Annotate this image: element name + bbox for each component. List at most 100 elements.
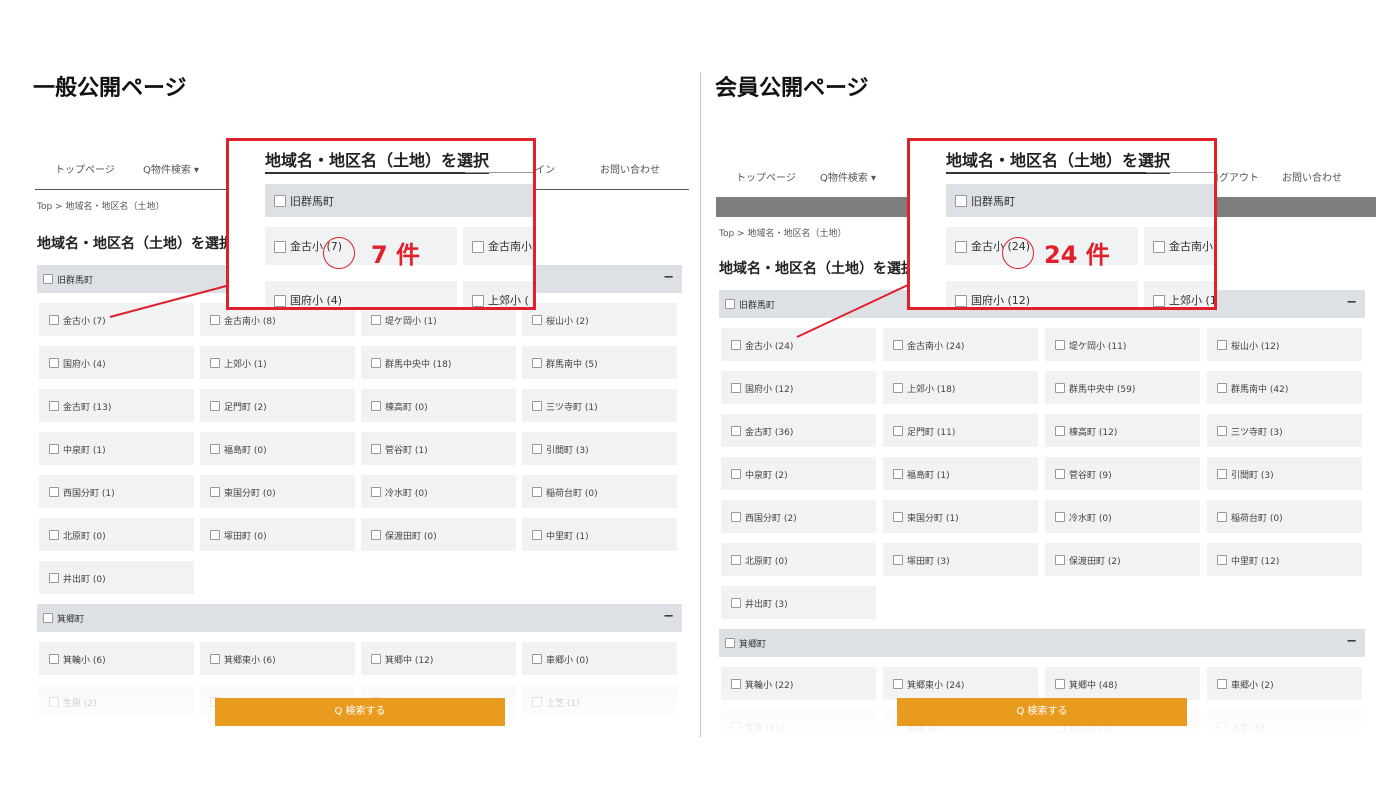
checkbox[interactable] [371, 487, 381, 497]
area-option[interactable]: 箕輪小 (22) [721, 667, 876, 700]
checkbox[interactable] [1055, 469, 1065, 479]
zoom-option[interactable]: 上郊小 ( [463, 281, 533, 307]
checkbox[interactable] [893, 469, 903, 479]
area-option[interactable]: 金古町 (13) [39, 389, 194, 422]
area-option[interactable]: 三ツ寺町 (3) [1207, 414, 1362, 447]
area-option[interactable]: 北原町 (0) [39, 518, 194, 551]
area-option[interactable]: 車郷小 (2) [1207, 667, 1362, 700]
checkbox[interactable] [210, 358, 220, 368]
collapse-icon[interactable]: − [663, 270, 674, 285]
area-option[interactable]: 箕郷東小 (6) [200, 642, 355, 675]
area-option[interactable]: 群馬中央中 (59) [1045, 371, 1200, 404]
checkbox[interactable] [1055, 340, 1065, 350]
collapse-icon[interactable]: − [663, 609, 674, 624]
checkbox[interactable] [49, 401, 59, 411]
area-option[interactable]: 菅谷町 (9) [1045, 457, 1200, 490]
checkbox[interactable] [1055, 426, 1065, 436]
nav-top[interactable]: トップページ [55, 161, 115, 176]
zoom-group-header[interactable]: 旧群馬町 [946, 184, 1214, 217]
checkbox[interactable] [731, 679, 741, 689]
checkbox[interactable] [371, 358, 381, 368]
checkbox[interactable] [955, 295, 967, 307]
area-option[interactable]: 引間町 (3) [1207, 457, 1362, 490]
checkbox[interactable] [371, 444, 381, 454]
area-option[interactable]: 保渡田町 (0) [361, 518, 516, 551]
checkbox[interactable] [955, 195, 967, 207]
checkbox[interactable] [955, 241, 967, 253]
area-option[interactable]: 群馬南中 (5) [522, 346, 677, 379]
checkbox[interactable] [731, 383, 741, 393]
zoom-option[interactable]: 金古小 (7) [265, 227, 457, 265]
area-option[interactable]: 稲荷台町 (0) [1207, 500, 1362, 533]
checkbox[interactable] [731, 598, 741, 608]
checkbox[interactable] [371, 530, 381, 540]
area-option[interactable]: 国府小 (4) [39, 346, 194, 379]
checkbox[interactable] [210, 530, 220, 540]
group-header[interactable]: 箕郷町 − [719, 629, 1365, 657]
checkbox[interactable] [1217, 512, 1227, 522]
area-option[interactable]: 中里町 (1) [522, 518, 677, 551]
checkbox[interactable] [49, 530, 59, 540]
checkbox[interactable] [472, 241, 484, 253]
checkbox[interactable] [1217, 722, 1227, 732]
nav-top[interactable]: トップページ [736, 169, 796, 184]
checkbox[interactable] [532, 315, 542, 325]
area-option[interactable]: 箕郷中 (12) [361, 642, 516, 675]
area-option[interactable]: 金古南小 (24) [883, 328, 1038, 361]
nav-contact[interactable]: お問い合わせ [600, 161, 660, 176]
area-option[interactable]: 群馬中央中 (18) [361, 346, 516, 379]
area-option[interactable]: 塚田町 (0) [200, 518, 355, 551]
checkbox[interactable] [731, 469, 741, 479]
checkbox[interactable] [274, 295, 286, 307]
checkbox[interactable] [274, 195, 286, 207]
area-option[interactable]: 金古小 (24) [721, 328, 876, 361]
checkbox[interactable] [893, 555, 903, 565]
checkbox[interactable] [49, 654, 59, 664]
checkbox[interactable] [210, 401, 220, 411]
checkbox[interactable] [1055, 512, 1065, 522]
checkbox[interactable] [1217, 679, 1227, 689]
checkbox[interactable] [49, 697, 59, 707]
checkbox[interactable] [43, 274, 53, 284]
nav-contact[interactable]: お問い合わせ [1282, 169, 1342, 184]
area-option[interactable]: 塚田町 (3) [883, 543, 1038, 576]
area-option[interactable]: 箕輪小 (6) [39, 642, 194, 675]
area-option[interactable]: 生原 (2) [39, 685, 194, 718]
checkbox[interactable] [893, 679, 903, 689]
checkbox[interactable] [1217, 555, 1227, 565]
area-option[interactable]: 北原町 (0) [721, 543, 876, 576]
area-option[interactable]: 上芝 (1) [522, 685, 677, 718]
checkbox[interactable] [210, 315, 220, 325]
checkbox[interactable] [532, 487, 542, 497]
checkbox[interactable] [1217, 340, 1227, 350]
area-option[interactable]: 堤ケ岡小 (11) [1045, 328, 1200, 361]
area-option[interactable]: 中泉町 (2) [721, 457, 876, 490]
checkbox[interactable] [1153, 295, 1165, 307]
checkbox[interactable] [1055, 679, 1065, 689]
checkbox[interactable] [1217, 383, 1227, 393]
checkbox[interactable] [731, 426, 741, 436]
checkbox[interactable] [893, 512, 903, 522]
area-option[interactable]: 桜山小 (2) [522, 303, 677, 336]
checkbox[interactable] [532, 358, 542, 368]
checkbox[interactable] [49, 573, 59, 583]
area-option[interactable]: 上芝 (6) [1207, 710, 1362, 735]
area-option[interactable]: 棟高町 (0) [361, 389, 516, 422]
checkbox[interactable] [731, 340, 741, 350]
area-option[interactable]: 冷水町 (0) [1045, 500, 1200, 533]
group-header[interactable]: 箕郷町 − [37, 604, 682, 632]
area-option[interactable]: 中泉町 (1) [39, 432, 194, 465]
zoom-option[interactable]: 金古南小 [463, 227, 533, 265]
checkbox[interactable] [49, 444, 59, 454]
search-button[interactable]: Q 検索する [897, 698, 1187, 726]
area-option[interactable]: 群馬南中 (42) [1207, 371, 1362, 404]
checkbox[interactable] [725, 299, 735, 309]
checkbox[interactable] [725, 638, 735, 648]
checkbox[interactable] [1055, 383, 1065, 393]
area-option[interactable]: 足門町 (2) [200, 389, 355, 422]
checkbox[interactable] [532, 530, 542, 540]
area-option[interactable]: 井出町 (0) [39, 561, 194, 594]
checkbox[interactable] [49, 487, 59, 497]
checkbox[interactable] [210, 444, 220, 454]
checkbox[interactable] [532, 654, 542, 664]
